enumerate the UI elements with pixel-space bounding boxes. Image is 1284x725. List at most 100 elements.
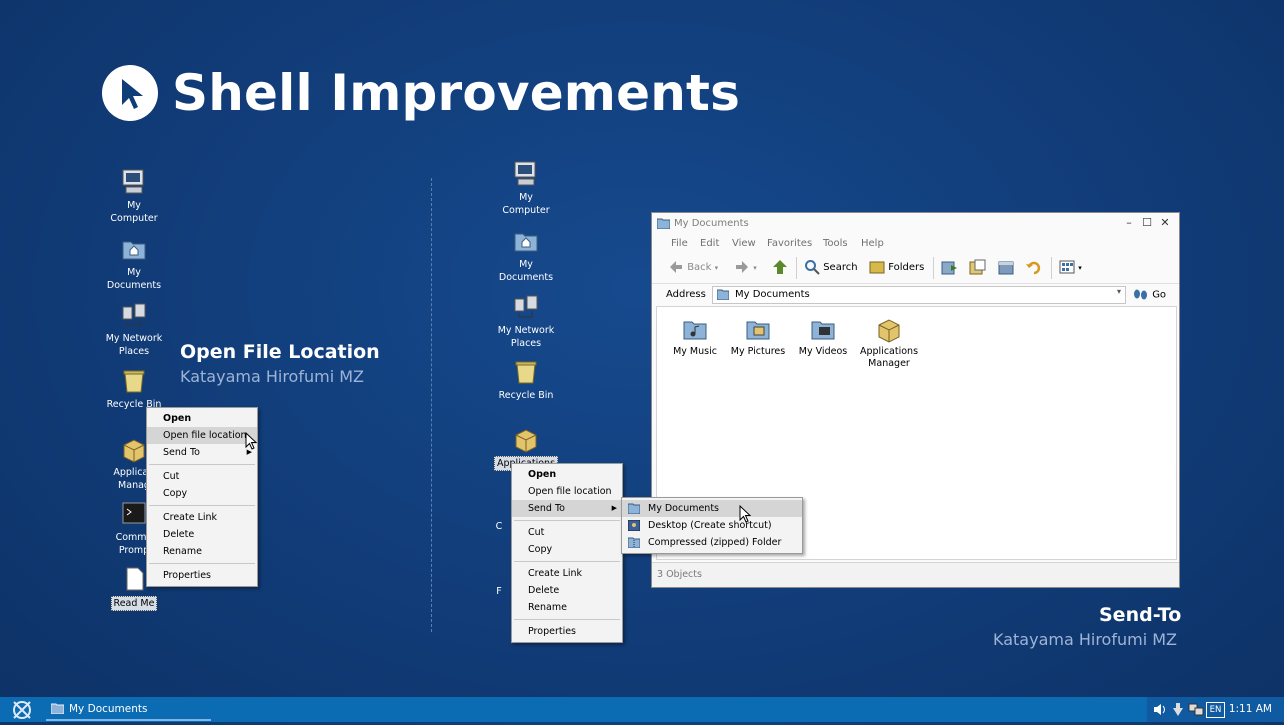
safely-remove-hardware-icon[interactable] [1172,702,1186,717]
minimize-button[interactable]: – [1122,216,1136,230]
menu-separator [514,619,620,620]
file-item-my-pictures[interactable]: My Pictures [729,315,787,358]
toolbar-separator [933,257,934,279]
folders-button[interactable]: Folders [869,259,924,277]
mouse-cursor-icon [739,505,752,523]
submenu-arrow-icon: ▶ [611,504,617,512]
cursor-logo-icon [102,65,158,121]
file-item-applications-manager[interactable]: Applications Manager [857,315,921,370]
system-tray: EN 1:11 AM [1147,697,1284,722]
menu-item-rename[interactable]: Rename [147,543,257,560]
menu-item-rename[interactable]: Rename [512,599,622,616]
file-item-my-videos[interactable]: My Videos [797,315,849,358]
terminal-icon [120,500,148,528]
toolbar: Back ▾ ▾ Search Folders ▾ [652,253,1179,284]
desktop-icon-partial-1[interactable]: C [484,520,514,533]
menu-help[interactable]: Help [861,238,884,249]
desktop-icon-partial-2[interactable]: F [484,585,514,598]
desktop-icon-recycle-bin[interactable]: Recycle Bin [102,367,166,411]
slide-divider [431,178,432,632]
menu-item-open-file-location[interactable]: Open file location [147,427,257,444]
clock[interactable]: 1:11 AM [1229,703,1272,715]
menu-item-create-link[interactable]: Create Link [512,565,622,582]
start-button[interactable] [8,699,36,721]
window-title: My Documents [674,218,749,229]
search-icon [805,260,820,275]
taskbar-button-my-documents[interactable]: My Documents [46,697,211,722]
menu-item-copy[interactable]: Copy [147,485,257,502]
move-to-button[interactable] [941,259,959,277]
menu-item-open-file-location[interactable]: Open file location [512,483,622,500]
menu-item-delete[interactable]: Delete [512,582,622,599]
undo-button[interactable] [1025,259,1043,277]
toolbar-separator [796,257,797,279]
up-folder-button[interactable] [772,259,788,277]
language-indicator[interactable]: EN [1206,702,1225,718]
pictures-folder-icon [744,315,772,343]
recycle-bin-icon [512,358,540,386]
copy-to-icon [969,259,986,275]
right-caption-author: Katayama Hirofumi MZ [993,630,1177,649]
slide-title: Shell Improvements [172,64,741,122]
menu-item-cut[interactable]: Cut [147,468,257,485]
text-file-icon [120,565,148,593]
taskbar: My Documents EN 1:11 AM [0,697,1284,722]
documents-folder-icon [628,503,640,514]
delete-button[interactable] [997,259,1015,277]
menu-tools[interactable]: Tools [823,238,848,249]
desktop-icon-my-computer[interactable]: My Computer [102,168,166,225]
window-titlebar[interactable]: My Documents – ☐ ✕ [652,213,1179,235]
go-button[interactable]: Go [1133,289,1166,301]
menu-item-cut[interactable]: Cut [512,524,622,541]
menu-item-open[interactable]: Open [147,410,257,427]
search-button[interactable]: Search [804,259,858,277]
desktop-icon-my-network-places[interactable]: My Network Places [102,301,166,358]
desktop-icon-my-documents[interactable]: My Documents [102,235,166,292]
desktop-icon-my-network-places[interactable]: My Network Places [494,293,558,350]
network-icon [512,293,540,321]
copy-to-button[interactable] [969,259,987,277]
menu-item-open[interactable]: Open [512,466,622,483]
menu-view[interactable]: View [732,238,756,249]
menu-separator [149,563,255,564]
package-icon [512,425,540,453]
views-button[interactable]: ▾ [1059,259,1082,277]
documents-folder-icon [657,218,670,229]
maximize-button[interactable]: ☐ [1140,216,1154,230]
menu-item-copy[interactable]: Copy [512,541,622,558]
menu-item-create-link[interactable]: Create Link [147,509,257,526]
address-bar: Address My Documents ▾ Go [652,284,1179,306]
send-to-my-documents[interactable]: My Documents [622,500,802,517]
menu-item-properties[interactable]: Properties [512,623,622,640]
send-to-compressed-folder[interactable]: Compressed (zipped) Folder [622,534,802,551]
desktop-icon-my-computer[interactable]: My Computer [494,160,558,217]
menu-favorites[interactable]: Favorites [767,238,812,249]
menu-item-properties[interactable]: Properties [147,567,257,584]
menu-item-delete[interactable]: Delete [147,526,257,543]
volume-icon[interactable] [1153,703,1169,716]
desktop-icon-my-documents[interactable]: My Documents [494,227,558,284]
back-button[interactable]: Back ▾ [668,259,718,277]
menu-separator [149,464,255,465]
forward-button[interactable]: ▾ [734,259,757,277]
go-footsteps-icon [1134,289,1147,300]
documents-folder-icon [120,235,148,263]
menu-item-send-to[interactable]: Send To ▶ [512,500,622,517]
menu-separator [149,505,255,506]
close-button[interactable]: ✕ [1158,216,1172,230]
folders-icon [869,261,885,274]
videos-folder-icon [809,315,837,343]
menu-edit[interactable]: Edit [700,238,719,249]
address-dropdown-icon[interactable]: ▾ [1117,287,1121,296]
menu-file[interactable]: File [671,238,688,249]
send-to-desktop[interactable]: Desktop (Create shortcut) [622,517,802,534]
status-bar: 3 Objects [652,562,1179,587]
move-to-icon [941,261,957,275]
desktop-icon-recycle-bin[interactable]: Recycle Bin [494,358,558,402]
address-input[interactable]: My Documents ▾ [712,286,1126,304]
file-item-my-music[interactable]: My Music [669,315,721,358]
menu-item-send-to[interactable]: Send To ▶ [147,444,257,461]
network-tray-icon[interactable] [1188,702,1204,717]
left-context-menu: Open Open file location Send To ▶ Cut Cop… [146,407,258,587]
network-icon [120,301,148,329]
